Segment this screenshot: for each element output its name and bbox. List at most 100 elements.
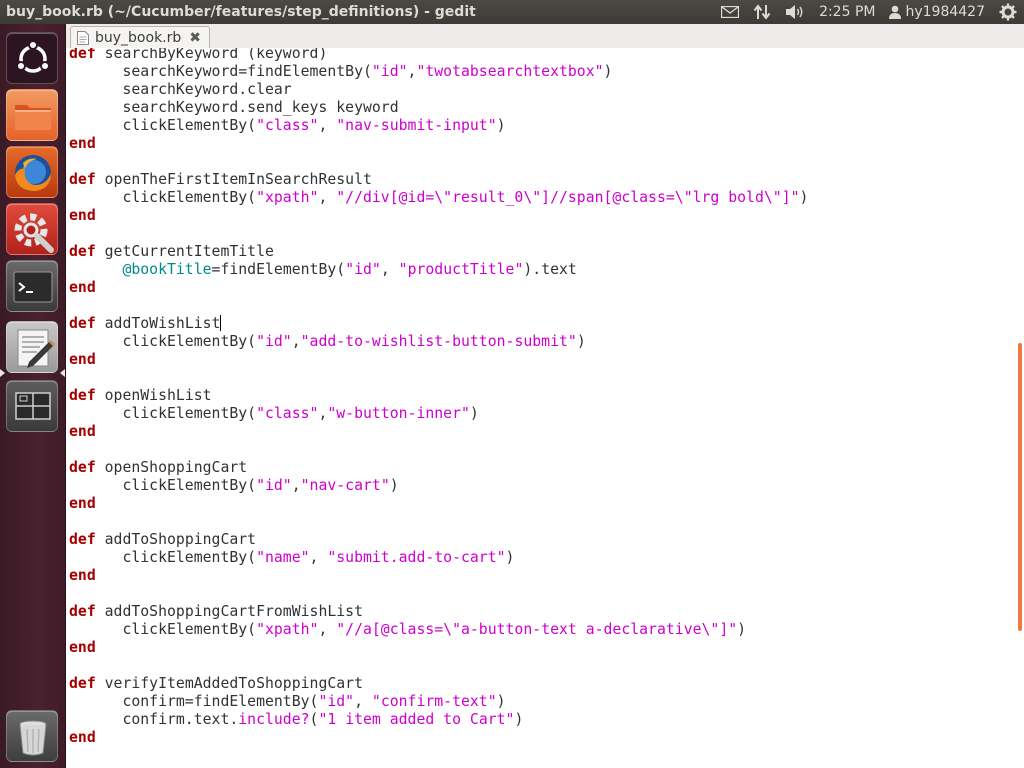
code-line: end [69, 207, 808, 225]
document-icon [77, 30, 89, 45]
code-line: def openShoppingCart [69, 459, 808, 477]
text-editor-icon [17, 329, 55, 368]
code-line: clickElementBy("class", "nav-submit-inpu… [69, 117, 808, 135]
string-token: "id" [256, 477, 292, 494]
code-token: ) [737, 621, 747, 638]
code-line: def openTheFirstItemInSearchResult [69, 171, 808, 189]
keyword-token: def [69, 243, 96, 260]
keyword-token: def [69, 387, 96, 404]
vertical-scrollbar[interactable] [1018, 48, 1024, 768]
string-token: "//a[@class=\"a-button-text a-declarativ… [336, 621, 738, 638]
keyword-token: end [69, 207, 96, 224]
code-token: , [354, 693, 372, 710]
code-token: verifyItemAddedToShoppingCart [95, 675, 363, 692]
code-line: clickElementBy("name", "submit.add-to-ca… [69, 549, 808, 567]
top-panel: buy_book.rb (~/Cucumber/features/step_de… [0, 0, 1024, 24]
code-line: end [69, 423, 808, 441]
network-arrows-icon[interactable] [746, 0, 778, 24]
user-menu[interactable]: hy1984427 [882, 0, 992, 24]
workspace-switcher-button[interactable] [6, 380, 58, 432]
code-editor[interactable]: def searchByKeyword (keyword) searchKeyw… [66, 48, 1018, 768]
string-token: "add-to-wishlist-button-submit" [300, 333, 577, 350]
system-settings-launcher-button[interactable] [6, 203, 58, 255]
firefox-launcher-button[interactable] [6, 146, 58, 198]
indicator-area: 2:25 PM hy1984427 [714, 0, 1024, 24]
keyword-token: end [69, 729, 96, 746]
document-tab-bar: buy_book.rb ✖ [66, 24, 1024, 49]
keyword-token: def [69, 531, 96, 548]
code-token: confirm=findElementBy( [69, 693, 319, 710]
gear-power-icon[interactable] [992, 0, 1024, 24]
files-launcher-button[interactable] [6, 89, 58, 141]
close-icon[interactable]: ✖ [189, 30, 201, 46]
string-token: "xpath" [256, 189, 319, 206]
clock[interactable]: 2:25 PM [812, 0, 882, 24]
tab-buy-book[interactable]: buy_book.rb ✖ [70, 26, 210, 48]
code-line: def searchByKeyword (keyword) [69, 48, 808, 63]
ubuntu-logo-icon [16, 40, 50, 73]
keyword-token: def [69, 675, 96, 692]
code-token: ) [799, 189, 809, 206]
gedit-launcher-button[interactable] [6, 321, 58, 373]
envelope-icon[interactable] [714, 0, 746, 24]
code-token: , [309, 549, 328, 566]
code-token: ) [603, 63, 613, 80]
terminal-icon [13, 271, 53, 303]
code-line: @bookTitle=findElementBy("id", "productT… [69, 261, 808, 279]
code-token: searchKeyword=findElementBy( [69, 63, 372, 80]
keyword-token: end [69, 279, 96, 296]
trash-launcher-button[interactable] [6, 710, 58, 762]
string-token: "id" [256, 333, 292, 350]
code-line: end [69, 729, 808, 747]
code-token: , [318, 189, 337, 206]
keyword-token: def [69, 603, 96, 620]
speaker-icon[interactable] [778, 0, 812, 24]
code-token: clickElementBy( [69, 189, 257, 206]
code-token: , [291, 477, 301, 494]
code-token: addToShoppingCart [95, 531, 257, 548]
code-line: def addToWishList [69, 315, 808, 333]
string-token: "confirm-text" [371, 693, 497, 710]
string-token: "nav-submit-input" [336, 117, 497, 134]
workspaces-icon [15, 392, 51, 420]
code-token: , [318, 117, 337, 134]
dash-home-button[interactable] [6, 32, 58, 84]
code-token: clickElementBy( [69, 477, 257, 494]
string-token: "w-button-inner" [327, 405, 470, 422]
code-token: ) [389, 477, 399, 494]
string-token: "productTitle" [398, 261, 524, 278]
code-token: openTheFirstItemInSearchResult [95, 171, 372, 188]
code-line: confirm.text.include?("1 item added to C… [69, 711, 808, 729]
code-token: openWishList [95, 387, 212, 404]
code-line: confirm=findElementBy("id", "confirm-tex… [69, 693, 808, 711]
string-token: "nav-cart" [300, 477, 390, 494]
string-token: "1 item added to Cart" [318, 711, 515, 728]
string-token: "id" [371, 63, 408, 80]
trash-icon [19, 720, 47, 756]
code-line: clickElementBy("xpath", "//div[@id=\"res… [69, 189, 808, 207]
code-line: clickElementBy("xpath", "//a[@class=\"a-… [69, 621, 808, 639]
settings-wrench-icon [14, 213, 54, 253]
code-token: openShoppingCart [95, 459, 248, 476]
keyword-token: def [69, 171, 96, 188]
code-token: , [291, 333, 301, 350]
terminal-launcher-button[interactable] [6, 260, 58, 312]
string-token: "class" [256, 405, 319, 422]
code-line: def getCurrentItemTitle [69, 243, 808, 261]
code-line: end [69, 567, 808, 585]
user-name: hy1984427 [905, 4, 985, 20]
code-line: end [69, 495, 808, 513]
code-token: ) [469, 405, 479, 422]
string-token: "xpath" [256, 621, 319, 638]
code-line: def openWishList [69, 387, 808, 405]
keyword-token: def [69, 48, 96, 62]
scrollbar-thumb[interactable] [1018, 343, 1022, 632]
keyword-token: end [69, 135, 96, 152]
tab-label: buy_book.rb [95, 29, 182, 46]
active-indicator [60, 369, 65, 377]
code-token: clickElementBy( [69, 333, 257, 350]
